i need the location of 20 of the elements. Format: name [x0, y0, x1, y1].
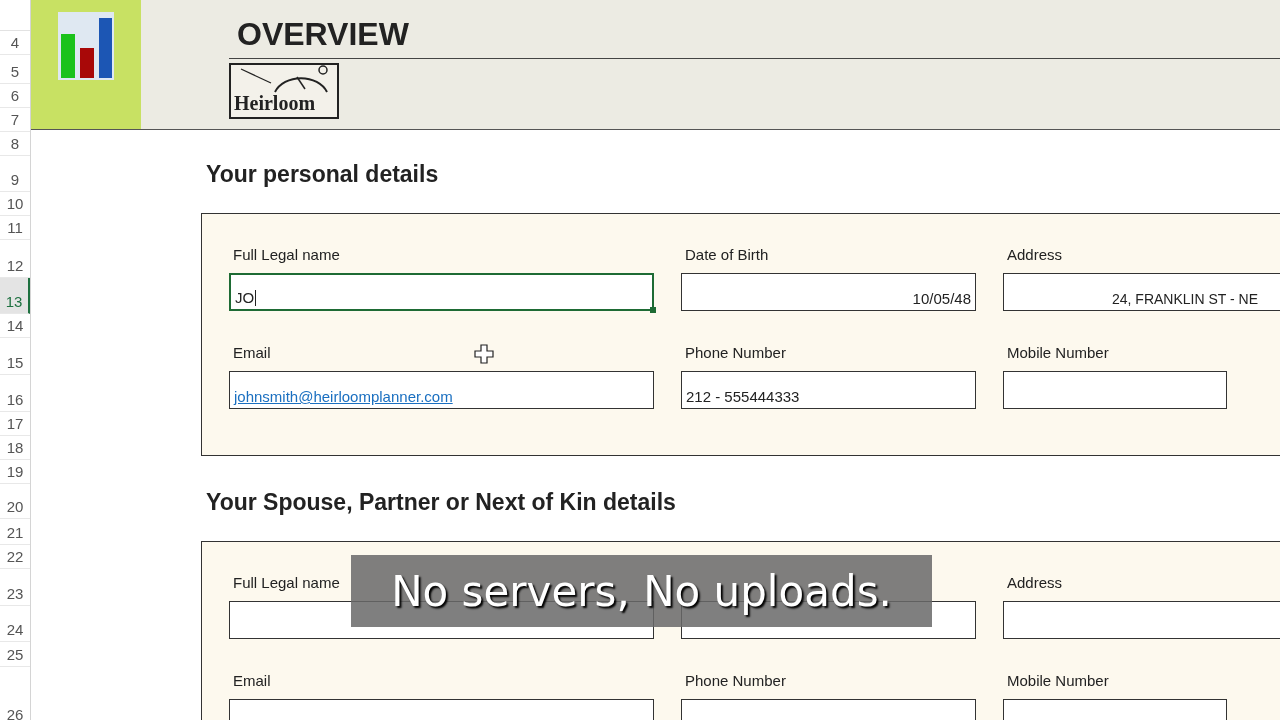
section-title: Your personal details: [206, 160, 440, 189]
section-title: Your Spouse, Partner or Next of Kin details: [206, 488, 677, 517]
field-label: Mobile Number: [1007, 344, 1109, 361]
field-value: 10/05/48: [912, 290, 971, 307]
field-label: Date of Birth: [685, 246, 769, 263]
field-label: Full Legal name: [233, 246, 340, 263]
field-value: 212 - 555444333: [686, 388, 800, 405]
logo: Heirloom: [229, 63, 339, 119]
field-value: JO: [235, 289, 255, 306]
field-label: Email: [233, 672, 271, 689]
field-label: Address: [1007, 574, 1063, 591]
field-label: Mobile Number: [1007, 672, 1109, 689]
field-label: Phone Number: [685, 344, 786, 361]
field-label: Email: [233, 344, 271, 361]
field-label: Address: [1007, 246, 1063, 263]
field-label: Phone Number: [685, 672, 786, 689]
page-title: OVERVIEW: [229, 0, 1280, 59]
field-value: 24, FRANKLIN ST - NE: [1112, 291, 1258, 307]
subtitle-toast: No servers, No uploads.: [351, 555, 932, 627]
field-label: Full Legal name: [233, 574, 340, 591]
